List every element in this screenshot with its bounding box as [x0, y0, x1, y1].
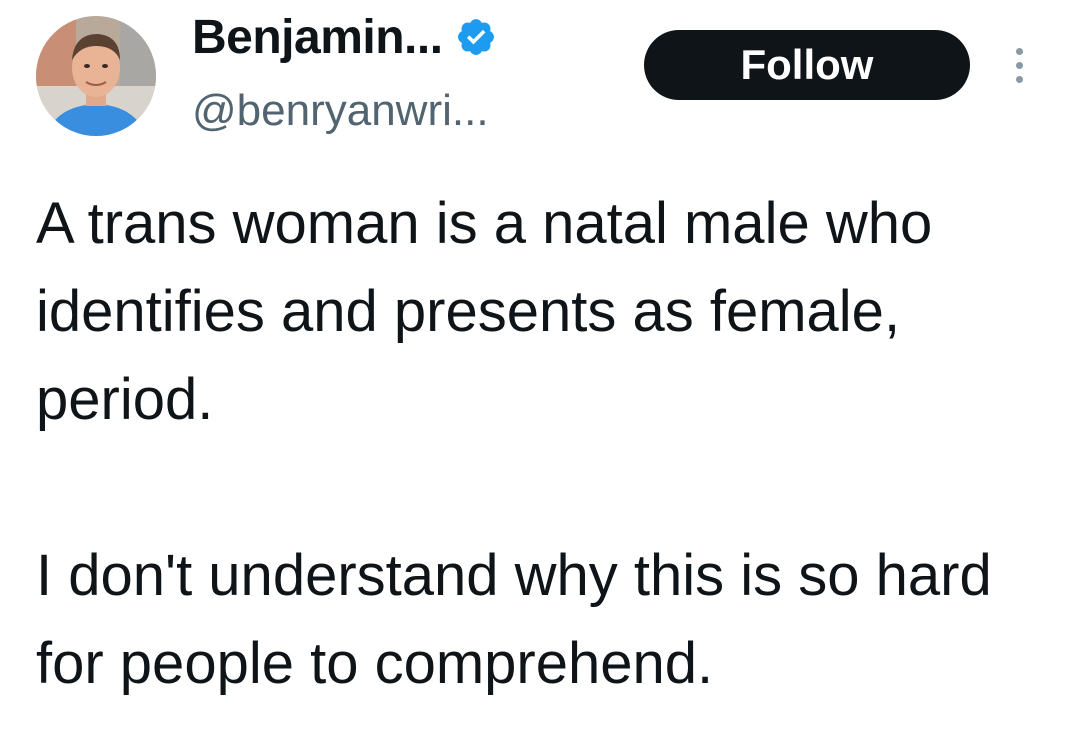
more-dot [1015, 47, 1023, 55]
tweet-paragraph: A trans woman is a natal male who identi… [36, 191, 933, 432]
tweet-text: A trans woman is a natal male who identi… [36, 180, 1046, 708]
author-display-name[interactable]: Benjamin... [192, 10, 443, 65]
tweet-card: Benjamin... @benryanwri... Follow A tran… [0, 0, 1079, 731]
tweet-paragraph: I don't understand why this is so hard f… [36, 543, 992, 696]
avatar-photo-icon [36, 16, 156, 136]
follow-button[interactable]: Follow [644, 30, 970, 100]
more-dot [1015, 61, 1023, 69]
more-dot [1015, 75, 1023, 83]
verified-badge-icon [455, 16, 497, 58]
author-handle[interactable]: @benryanwri... [192, 86, 489, 136]
author-avatar[interactable] [36, 16, 156, 136]
author-name-row: Benjamin... [192, 6, 497, 68]
more-vertical-icon[interactable] [1004, 40, 1034, 90]
